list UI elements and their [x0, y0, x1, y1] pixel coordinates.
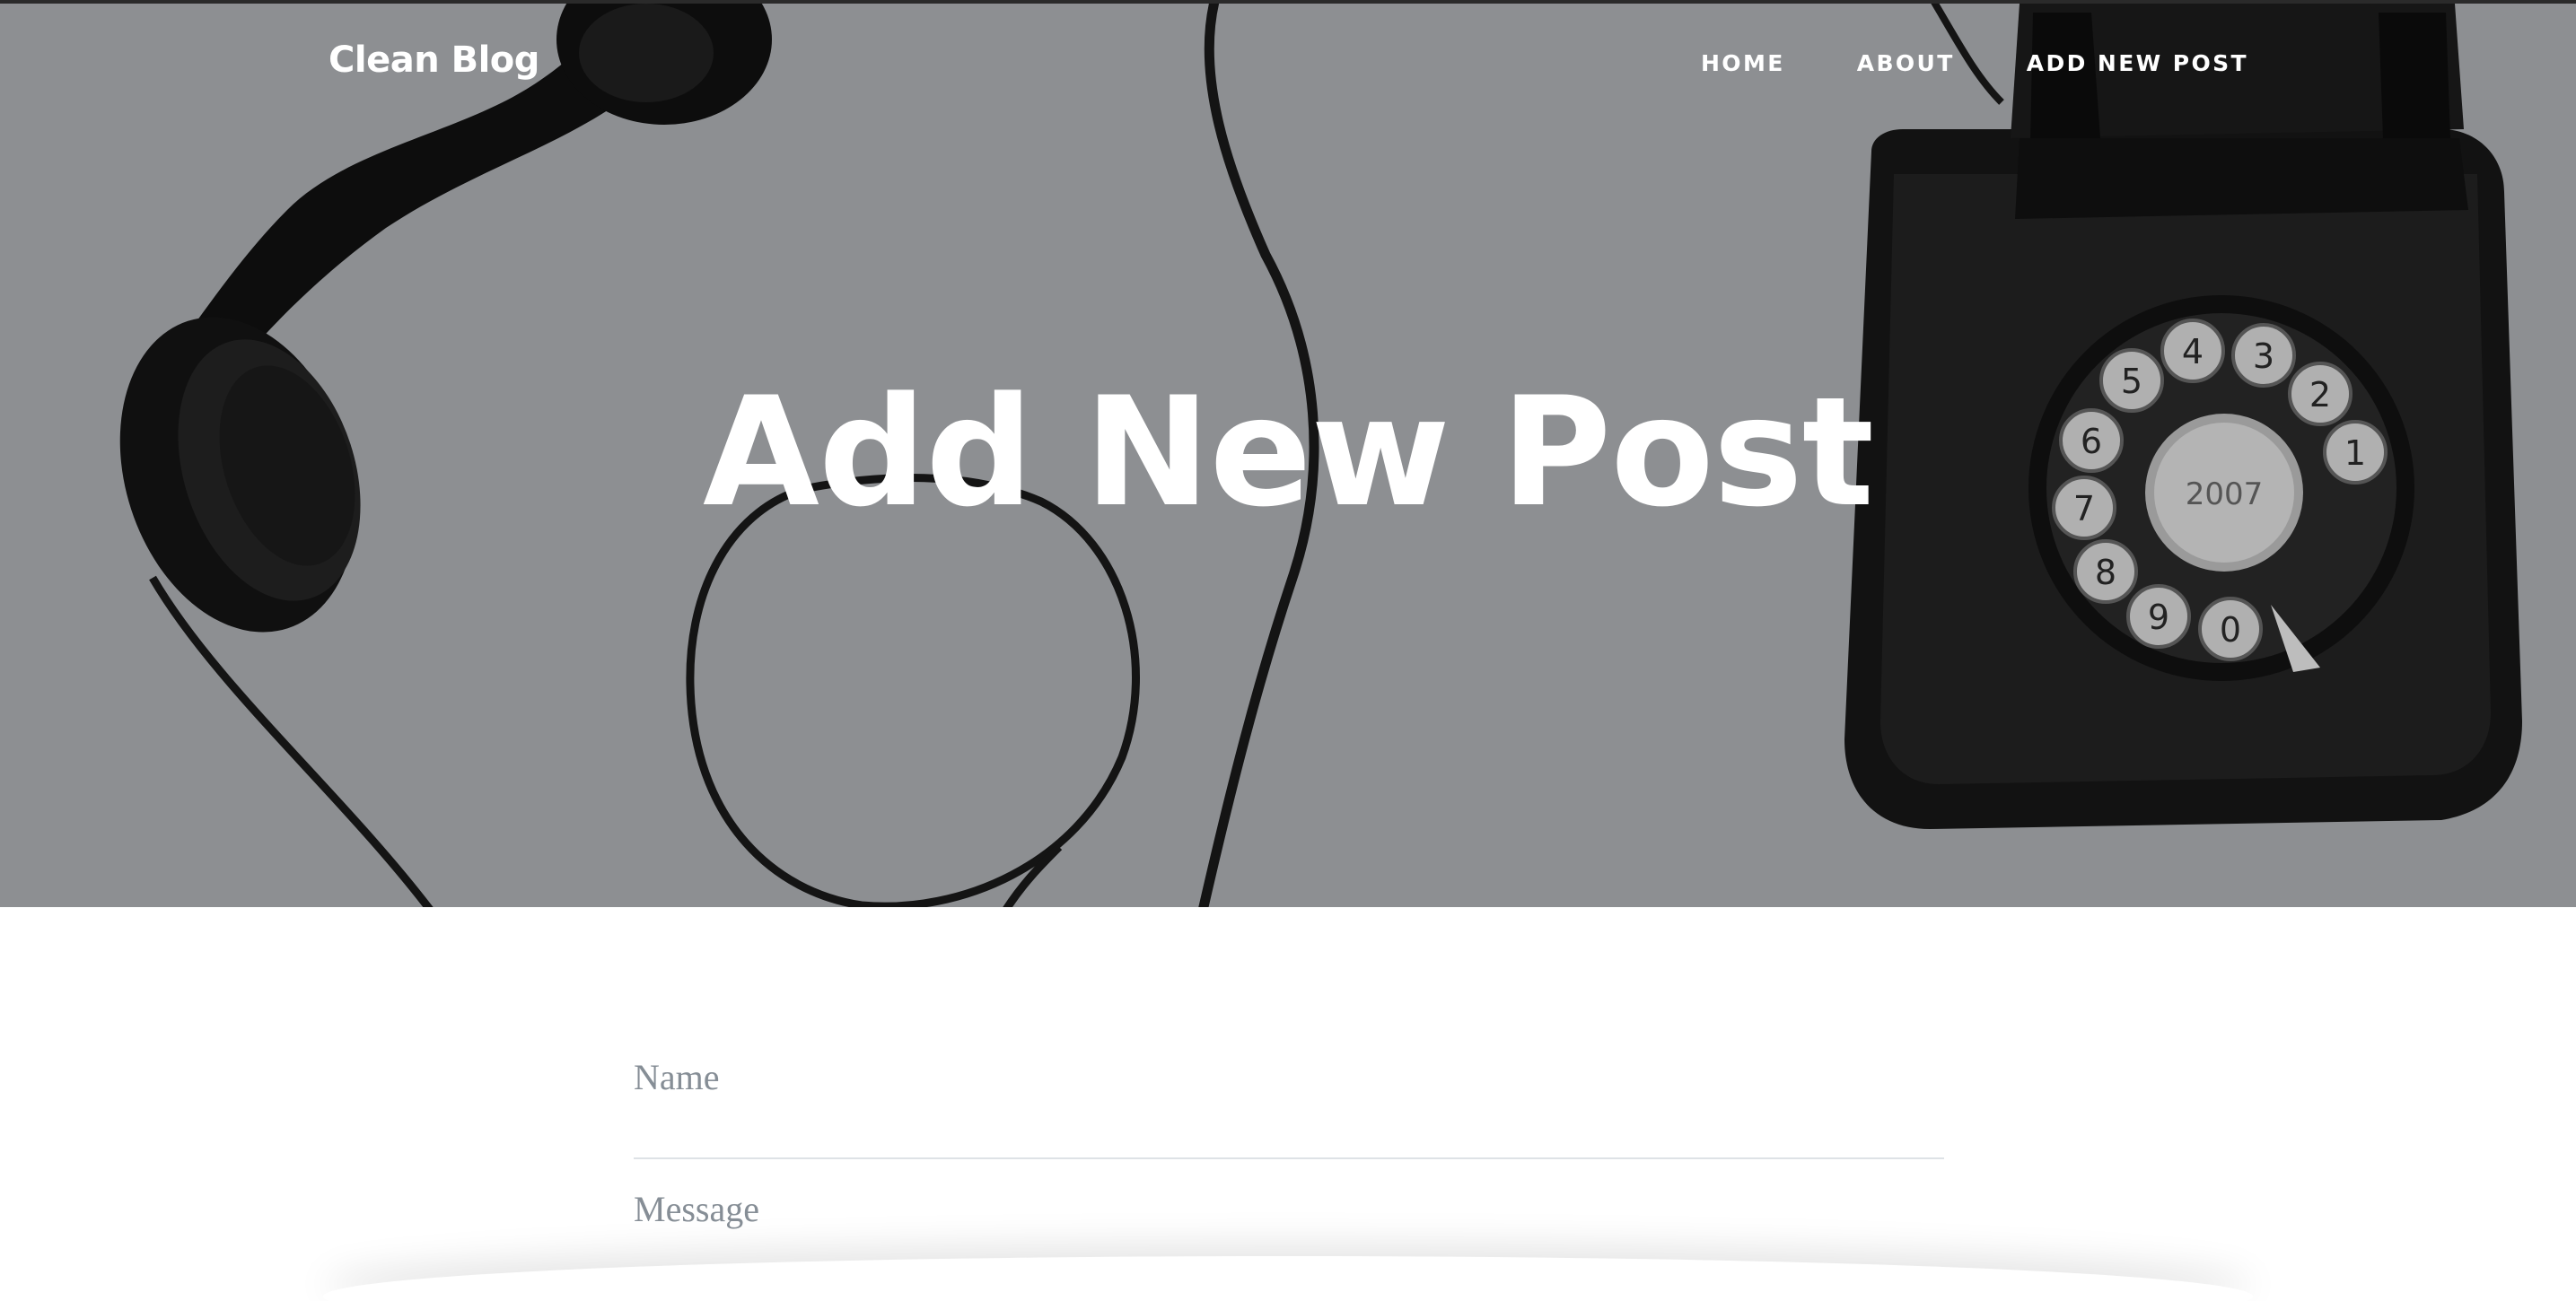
finger-hole: 0	[2198, 597, 2263, 661]
nav-link-home[interactable]: HOME	[1701, 50, 1785, 76]
nav-item-add-new-post: ADD NEW POST	[2027, 50, 2248, 76]
finger-hole-digit: 9	[2148, 598, 2169, 637]
nav-item-home: HOME	[1701, 50, 1785, 76]
finger-hole-digit: 8	[2095, 553, 2116, 592]
main-navbar: Clean Blog HOME ABOUT ADD NEW POST	[0, 4, 2576, 129]
finger-hole: 8	[2073, 539, 2138, 604]
nav-link-add-new-post[interactable]: ADD NEW POST	[2027, 50, 2248, 76]
nav-item-about: ABOUT	[1857, 50, 1955, 76]
nav-link-about[interactable]: ABOUT	[1857, 50, 1955, 76]
finger-hole-digit: 0	[2220, 610, 2241, 650]
finger-hole: 9	[2126, 584, 2191, 649]
name-input[interactable]	[634, 1052, 1944, 1102]
page-title: Add New Post	[702, 364, 1874, 540]
nav-links: HOME ABOUT ADD NEW POST	[1701, 50, 2248, 76]
page-header: 2007 1 2 3 4 5 6 7 8 9 0 Clean Blog HOME	[0, 0, 2576, 907]
name-field-group	[634, 1014, 1944, 1159]
page: 2007 1 2 3 4 5 6 7 8 9 0 Clean Blog HOME	[0, 0, 2576, 1301]
brand-link[interactable]: Clean Blog	[329, 39, 539, 81]
bottom-card-shadow	[323, 1256, 2253, 1301]
